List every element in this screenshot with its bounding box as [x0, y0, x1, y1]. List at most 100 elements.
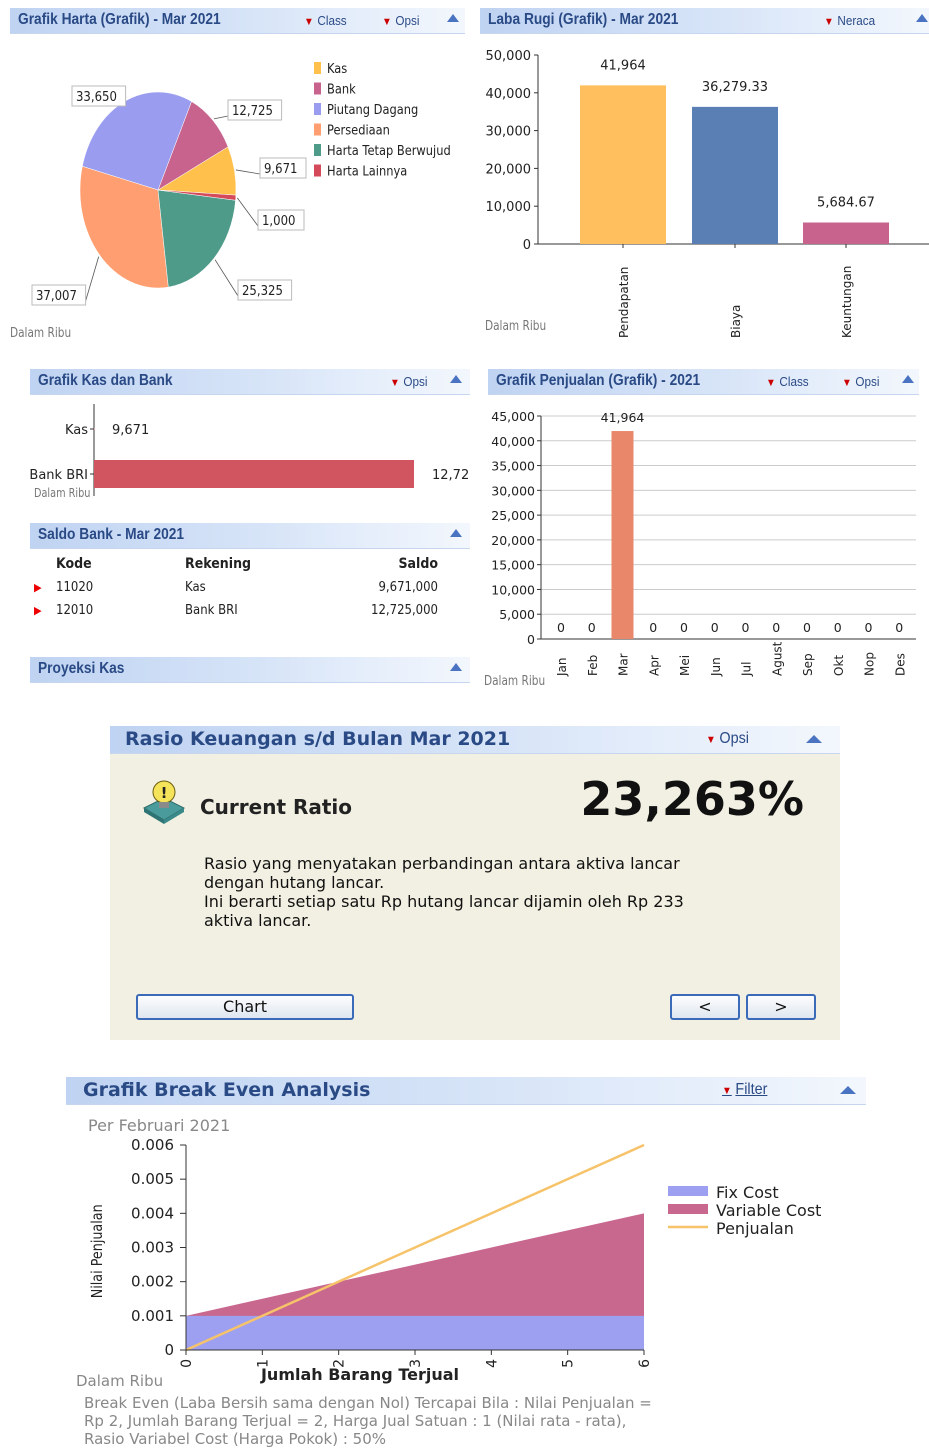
- bar-value-label: 0: [680, 620, 688, 635]
- bep-footer-line: Rp 2, Jumlah Barang Terjual = 2, Harga J…: [84, 1412, 627, 1430]
- legend-swatch: [314, 62, 321, 74]
- y-tick-label: 0.001: [131, 1307, 174, 1325]
- x-tick-label: Des: [893, 653, 907, 676]
- row-expand-icon[interactable]: ▶: [34, 581, 42, 594]
- lightbulb-icon: !: [140, 778, 188, 826]
- saldo-table: Kode Rekening Saldo ▶ 11020 Kas 9,671,00…: [30, 556, 450, 626]
- next-button[interactable]: >: [746, 994, 816, 1020]
- kasbank-note: Dalam Ribu: [34, 486, 91, 500]
- kasbank-collapse-icon[interactable]: [450, 375, 462, 383]
- y-tick-label: 20,000: [486, 162, 532, 177]
- pie-slice-harta-tetap-berwujud: [157, 189, 236, 288]
- x-tick-label: Apr: [647, 655, 661, 676]
- proyeksi-header: Proyeksi Kas: [30, 657, 470, 683]
- y-tick-label: 0.003: [131, 1239, 174, 1257]
- bar-value-label: 5,684.67: [817, 196, 875, 211]
- x-tick-label: Agust: [770, 641, 784, 676]
- y-tick-label: Bank BRI: [29, 468, 88, 483]
- penjualan-header: Grafik Penjualan (Grafik) - 2021 Class O…: [488, 369, 919, 395]
- pie-leader-line: [85, 256, 100, 302]
- legend-swatch: [314, 82, 321, 95]
- x-tick-label: Jul: [740, 662, 754, 677]
- harta-class-dropdown[interactable]: Class: [304, 13, 346, 28]
- bep-filter-dropdown[interactable]: Filter: [722, 1081, 767, 1099]
- bar-value-label: 0: [895, 620, 903, 635]
- rasio-collapse-icon[interactable]: [806, 735, 822, 743]
- x-tick-label: 6: [637, 1359, 653, 1368]
- penjualan-bar-chart: 0 5,000 10,000 15,000 20,000 25,000 30,000 35,0…: [491, 409, 916, 677]
- saldo-title: Saldo Bank - Mar 2021: [38, 526, 185, 543]
- bar-value-label: 0: [803, 620, 811, 635]
- cell-saldo: 12,725,000: [371, 603, 438, 618]
- y-tick-label: 20,000: [491, 533, 535, 548]
- y-tick-label: 10,000: [491, 582, 535, 597]
- bep-footer-line: Break Even (Laba Bersih sama dengan Nol)…: [84, 1394, 652, 1412]
- labarugi-collapse-icon[interactable]: [916, 14, 928, 22]
- kasbank-title: Grafik Kas dan Bank: [38, 372, 173, 389]
- legend-label: Bank: [327, 82, 357, 97]
- rasio-description: Rasio yang menyatakan perbandingan antar…: [204, 854, 684, 930]
- legend-label: Kas: [327, 61, 347, 76]
- pie-leader-line: [214, 259, 239, 297]
- penjualan-title: Grafik Penjualan (Grafik) - 2021: [496, 372, 701, 389]
- legend-label: Harta Lainnya: [327, 164, 407, 179]
- rasio-opsi-dropdown[interactable]: Opsi: [706, 730, 749, 748]
- pie-value-label: 37,007: [36, 288, 77, 303]
- labarugi-title: Laba Rugi (Grafik) - Mar 2021: [488, 11, 679, 28]
- penjualan-collapse-icon[interactable]: [902, 375, 914, 383]
- legend-label: Penjualan: [716, 1219, 794, 1238]
- bep-collapse-icon[interactable]: [840, 1086, 856, 1094]
- x-tick-label: 4: [484, 1359, 500, 1368]
- labarugi-neraca-dropdown[interactable]: Neraca: [824, 13, 875, 28]
- y-tick-label: 0.006: [131, 1136, 174, 1154]
- table-row[interactable]: ▶ 11020 Kas 9,671,000: [30, 580, 450, 603]
- x-tick-label: Pendapatan: [617, 267, 631, 338]
- saldo-collapse-icon[interactable]: [450, 529, 462, 537]
- y-tick-label: 5,000: [499, 607, 535, 622]
- legend-label: Piutang Dagang: [327, 102, 418, 117]
- labarugi-header: Laba Rugi (Grafik) - Mar 2021 Neraca: [480, 8, 929, 34]
- x-tick-label: 0: [179, 1359, 195, 1368]
- harta-title: Grafik Harta (Grafik) - Mar 2021: [18, 11, 221, 28]
- table-row[interactable]: ▶ 12010 Bank BRI 12,725,000: [30, 603, 450, 626]
- cell-rekening: Kas: [185, 580, 206, 595]
- y-tick-label: 50,000: [486, 49, 532, 64]
- proyeksi-collapse-icon[interactable]: [450, 663, 462, 671]
- bep-header: Grafik Break Even Analysis Filter: [66, 1077, 866, 1105]
- cell-rekening: Bank BRI: [185, 603, 238, 618]
- proyeksi-title: Proyeksi Kas: [38, 660, 125, 677]
- rasio-name: Current Ratio: [200, 795, 353, 819]
- bar-mar: [611, 431, 634, 639]
- harta-collapse-icon[interactable]: [447, 14, 459, 22]
- harta-opsi-dropdown[interactable]: Opsi: [382, 13, 419, 28]
- prev-button[interactable]: <: [670, 994, 740, 1020]
- bar-value-label: 9,671: [112, 423, 149, 438]
- area-fix-cost: [186, 1315, 644, 1350]
- x-tick-label: Nop: [863, 652, 877, 676]
- y-tick-label: 40,000: [491, 434, 535, 449]
- pie-value-label: 9,671: [264, 161, 297, 176]
- x-tick-label: 5: [561, 1359, 577, 1368]
- pie-value-label: 12,725: [232, 103, 273, 118]
- bar-value-label: 0: [772, 620, 780, 635]
- chart-button[interactable]: Chart: [136, 994, 354, 1020]
- x-tick-label: Keuntungan: [840, 266, 854, 338]
- bar-value-label: 0: [557, 620, 565, 635]
- y-tick-label: 25,000: [491, 508, 535, 523]
- bar-value-label: 12,725: [432, 468, 470, 483]
- bar-kas: [94, 428, 95, 430]
- rasio-desc-line: dengan hutang lancar.: [204, 873, 385, 892]
- legend-swatch: [314, 144, 321, 156]
- y-tick-label: 30,000: [491, 483, 535, 498]
- penjualan-class-dropdown[interactable]: Class: [766, 374, 808, 389]
- legend-swatch: [314, 123, 321, 136]
- kasbank-opsi-dropdown[interactable]: Opsi: [390, 374, 427, 389]
- row-expand-icon[interactable]: ▶: [34, 604, 42, 617]
- penjualan-opsi-dropdown[interactable]: Opsi: [842, 374, 879, 389]
- y-tick-label: 0.004: [131, 1204, 174, 1222]
- harta-pie-chart: 9,671 12,725 33,650 37,007 25,325 1,000 Kas Ban…: [31, 61, 451, 306]
- rasio-desc-line: Ini berarti setiap satu Rp hutang lancar…: [204, 892, 684, 911]
- legend-label: Persediaan: [327, 123, 390, 138]
- bar-value-label: 0: [649, 620, 657, 635]
- bar-value-label: 0: [711, 620, 719, 635]
